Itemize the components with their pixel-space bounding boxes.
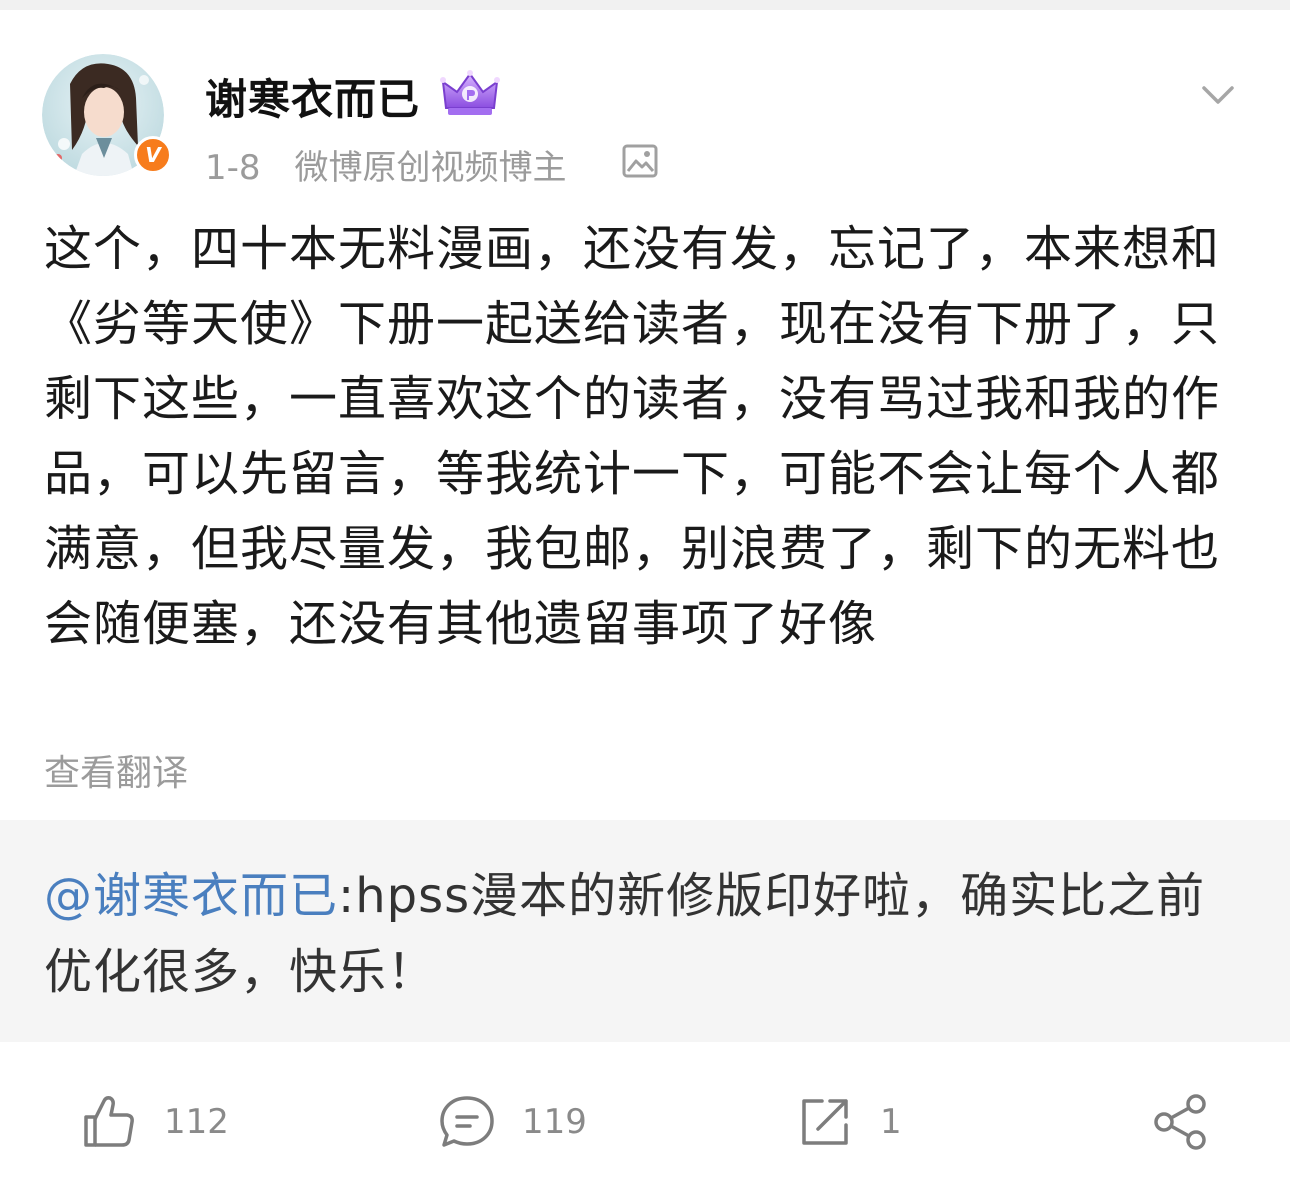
translate-link[interactable]: 查看翻译 bbox=[44, 744, 188, 796]
repost-count: 1 bbox=[880, 1102, 902, 1142]
post-header: V 谢寒衣而已 1-8 微博原创视频博主 bbox=[0, 10, 1290, 200]
post-meta: 1-8 微博原创视频博主 bbox=[205, 140, 567, 189]
avatar[interactable]: V bbox=[42, 54, 172, 176]
repost-text: @谢寒衣而已:hpss漫本的新修版印好啦，确实比之前优化很多，快乐！ bbox=[44, 858, 1244, 1010]
crown-icon bbox=[440, 70, 500, 115]
repost-button[interactable]: 1 bbox=[796, 1090, 902, 1154]
comment-count: 119 bbox=[522, 1102, 587, 1142]
action-bar: 112 119 1 bbox=[0, 1060, 1290, 1195]
author-name[interactable]: 谢寒衣而已 bbox=[205, 66, 420, 127]
verified-badge: V bbox=[134, 136, 172, 174]
post-date: 1-8 bbox=[205, 148, 261, 188]
share-button[interactable] bbox=[1152, 1090, 1210, 1154]
post-body-text: 这个，四十本无料漫画，还没有发，忘记了，本来想和《劣等天使》下册一起送给读者，现… bbox=[44, 221, 1221, 652]
comment-button[interactable]: 119 bbox=[438, 1090, 587, 1154]
author-title: 微博原创视频博主 bbox=[294, 148, 567, 188]
like-button[interactable]: 112 bbox=[80, 1090, 229, 1154]
comment-icon bbox=[440, 1096, 494, 1147]
chevron-down-icon[interactable] bbox=[1198, 75, 1238, 115]
mention-link[interactable]: @谢寒衣而已 bbox=[44, 868, 338, 924]
like-count: 112 bbox=[164, 1102, 229, 1142]
thumbs-up-icon bbox=[84, 1096, 134, 1147]
image-icon bbox=[622, 144, 658, 178]
reposted-content[interactable]: @谢寒衣而已:hpss漫本的新修版印好啦，确实比之前优化很多，快乐！ bbox=[0, 820, 1290, 1042]
repost-icon bbox=[802, 1099, 848, 1145]
share-icon bbox=[1154, 1094, 1206, 1150]
top-divider bbox=[0, 0, 1290, 10]
